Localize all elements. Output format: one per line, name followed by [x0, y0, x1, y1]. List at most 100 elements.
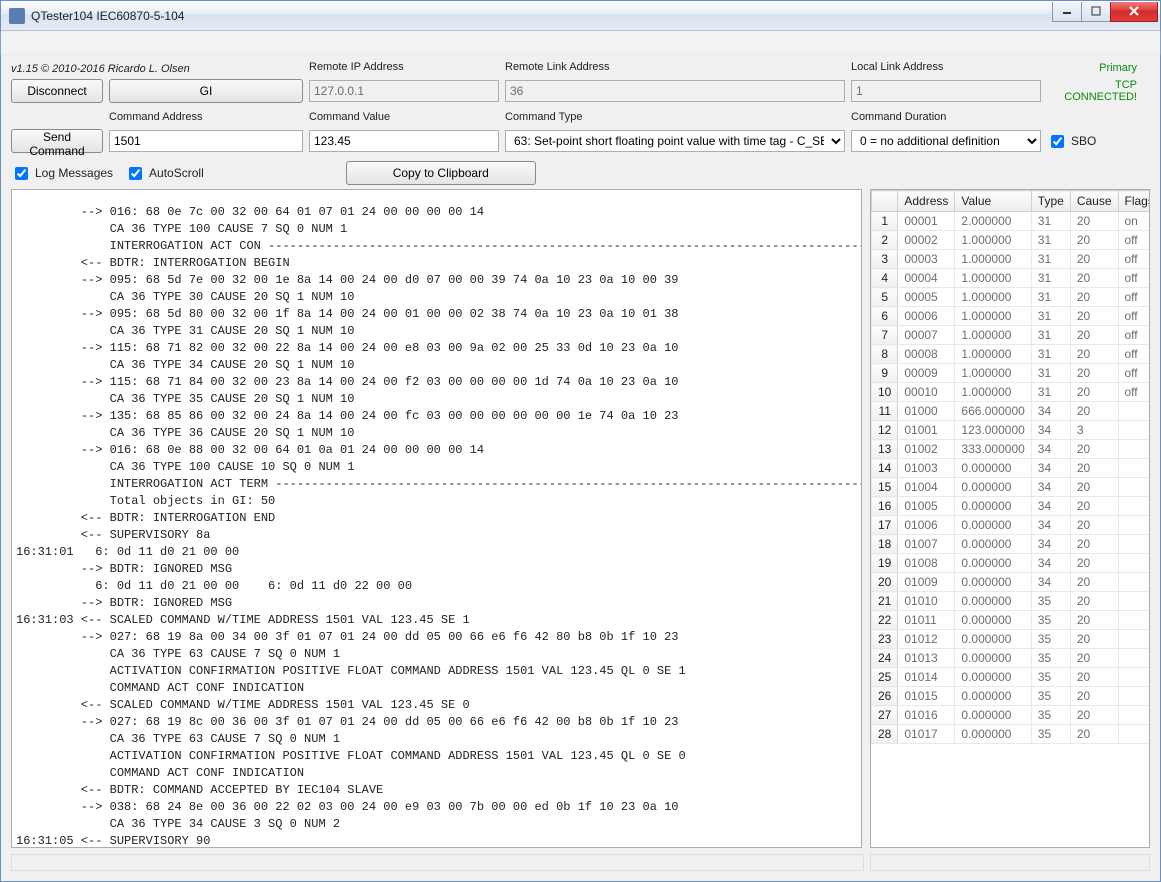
cell-cause: 20 — [1070, 687, 1118, 706]
table-row[interactable]: 16010050.0000003420 — [872, 497, 1151, 516]
table-row[interactable]: 21010100.0000003520 — [872, 592, 1151, 611]
cell-cause: 20 — [1070, 725, 1118, 744]
cell-address: 00010 — [898, 383, 955, 402]
cell-address: 01009 — [898, 573, 955, 592]
table-row[interactable]: 22010110.0000003520 — [872, 611, 1151, 630]
cell-type: 34 — [1031, 573, 1070, 592]
cell-address: 01000 — [898, 402, 955, 421]
cell-address: 00002 — [898, 231, 955, 250]
table-row[interactable]: 7000071.0000003120off — [872, 326, 1151, 345]
cell-flags — [1118, 611, 1150, 630]
cell-flags — [1118, 687, 1150, 706]
cell-value: 0.000000 — [955, 592, 1031, 611]
minimize-button[interactable] — [1052, 2, 1082, 22]
cell-type: 34 — [1031, 516, 1070, 535]
table-row[interactable]: 1301002333.0000003420 — [872, 440, 1151, 459]
table-row[interactable]: 18010070.0000003420 — [872, 535, 1151, 554]
table-row[interactable]: 15010040.0000003420 — [872, 478, 1151, 497]
table-row[interactable]: 28010170.0000003520 — [872, 725, 1151, 744]
window-title: QTester104 IEC60870-5-104 — [31, 9, 1053, 23]
cell-cause: 20 — [1070, 554, 1118, 573]
table-row[interactable]: 23010120.0000003520 — [872, 630, 1151, 649]
cell-rownum: 21 — [872, 592, 898, 611]
table-row[interactable]: 26010150.0000003520 — [872, 687, 1151, 706]
autoscroll-checkbox-label[interactable]: AutoScroll — [125, 164, 204, 183]
bottom-scroll-row — [11, 852, 1150, 871]
send-command-button[interactable]: Send Command — [11, 129, 103, 153]
cell-rownum: 1 — [872, 212, 898, 231]
cmd-addr-input[interactable] — [109, 130, 303, 152]
cell-cause: 20 — [1070, 592, 1118, 611]
cell-rownum: 4 — [872, 269, 898, 288]
cell-rownum: 6 — [872, 307, 898, 326]
table-row[interactable]: 20010090.0000003420 — [872, 573, 1151, 592]
log-hscrollbar[interactable] — [11, 854, 864, 871]
cmd-duration-select[interactable]: 0 = no additional definition — [851, 130, 1041, 152]
col-cause[interactable]: Cause — [1070, 191, 1118, 212]
sbo-checkbox[interactable] — [1051, 135, 1064, 148]
col-address[interactable]: Address — [898, 191, 955, 212]
copy-clipboard-button[interactable]: Copy to Clipboard — [346, 161, 536, 185]
cell-cause: 20 — [1070, 459, 1118, 478]
remote-link-input[interactable] — [505, 80, 845, 102]
cell-flags — [1118, 421, 1150, 440]
titlebar[interactable]: QTester104 IEC60870-5-104 — [1, 1, 1160, 31]
cell-type: 34 — [1031, 554, 1070, 573]
table-row[interactable]: 10000101.0000003120off — [872, 383, 1151, 402]
cell-rownum: 11 — [872, 402, 898, 421]
disconnect-button[interactable]: Disconnect — [11, 79, 103, 103]
table-row[interactable]: 4000041.0000003120off — [872, 269, 1151, 288]
cell-cause: 20 — [1070, 307, 1118, 326]
cell-flags — [1118, 668, 1150, 687]
close-button[interactable] — [1110, 2, 1158, 22]
remote-ip-input[interactable] — [309, 80, 499, 102]
col-rownum[interactable] — [872, 191, 898, 212]
cell-cause: 20 — [1070, 364, 1118, 383]
data-table-panel[interactable]: Address Value Type Cause Flags 1000012.0… — [870, 189, 1150, 848]
maximize-button[interactable] — [1081, 2, 1111, 22]
table-row[interactable]: 1201001123.000000343 — [872, 421, 1151, 440]
cmd-duration-label: Command Duration — [851, 111, 1041, 123]
cell-value: 2.000000 — [955, 212, 1031, 231]
log-text[interactable]: --> 016: 68 0e 7c 00 32 00 64 01 07 01 2… — [12, 202, 861, 848]
log-panel[interactable]: --> 016: 68 0e 7c 00 32 00 64 01 07 01 2… — [11, 189, 862, 848]
table-row[interactable]: 2000021.0000003120off — [872, 231, 1151, 250]
table-row[interactable]: 6000061.0000003120off — [872, 307, 1151, 326]
table-row[interactable]: 1101000666.0000003420 — [872, 402, 1151, 421]
cell-cause: 20 — [1070, 706, 1118, 725]
table-row[interactable]: 8000081.0000003120off — [872, 345, 1151, 364]
local-link-label: Local Link Address — [851, 61, 1041, 73]
cell-address: 00005 — [898, 288, 955, 307]
col-type[interactable]: Type — [1031, 191, 1070, 212]
log-messages-checkbox-label[interactable]: Log Messages — [11, 164, 113, 183]
local-link-input[interactable] — [851, 80, 1041, 102]
col-flags[interactable]: Flags — [1118, 191, 1150, 212]
table-hscrollbar[interactable] — [870, 854, 1150, 871]
cell-value: 0.000000 — [955, 706, 1031, 725]
log-messages-checkbox[interactable] — [15, 167, 28, 180]
sbo-checkbox-label[interactable]: SBO — [1047, 132, 1096, 151]
table-row[interactable]: 19010080.0000003420 — [872, 554, 1151, 573]
table-row[interactable]: 25010140.0000003520 — [872, 668, 1151, 687]
cell-value: 666.000000 — [955, 402, 1031, 421]
table-row[interactable]: 9000091.0000003120off — [872, 364, 1151, 383]
cell-address: 00009 — [898, 364, 955, 383]
cell-flags — [1118, 649, 1150, 668]
table-row[interactable]: 3000031.0000003120off — [872, 250, 1151, 269]
cell-flags — [1118, 554, 1150, 573]
autoscroll-checkbox[interactable] — [129, 167, 142, 180]
gi-button[interactable]: GI — [109, 79, 303, 103]
cell-flags — [1118, 497, 1150, 516]
col-value[interactable]: Value — [955, 191, 1031, 212]
table-row[interactable]: 14010030.0000003420 — [872, 459, 1151, 478]
autoscroll-label: AutoScroll — [149, 166, 204, 180]
table-row[interactable]: 5000051.0000003120off — [872, 288, 1151, 307]
cell-rownum: 9 — [872, 364, 898, 383]
cmd-type-select[interactable]: 63: Set-point short floating point value… — [505, 130, 845, 152]
table-row[interactable]: 1000012.0000003120on — [872, 212, 1151, 231]
table-row[interactable]: 24010130.0000003520 — [872, 649, 1151, 668]
table-row[interactable]: 27010160.0000003520 — [872, 706, 1151, 725]
cell-rownum: 2 — [872, 231, 898, 250]
table-row[interactable]: 17010060.0000003420 — [872, 516, 1151, 535]
cmd-value-input[interactable] — [309, 130, 499, 152]
